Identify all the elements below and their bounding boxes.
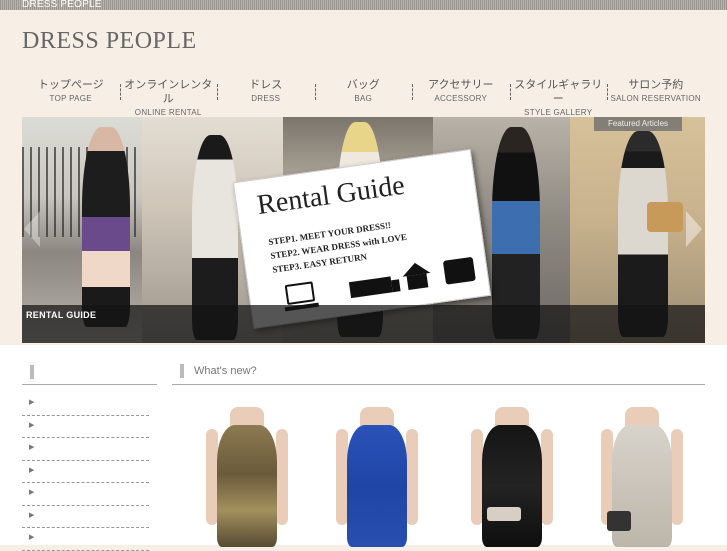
sidebar-item[interactable] xyxy=(22,416,149,438)
clutch-bag xyxy=(487,507,521,521)
nav-item-accessory[interactable]: アクセサリー ACCESSORY xyxy=(412,78,510,110)
nav-item-online-rental[interactable]: オンラインレンタル ONLINE RENTAL xyxy=(119,78,218,117)
nav-item-dress[interactable]: ドレス DRESS xyxy=(217,78,315,110)
model-shoulders xyxy=(230,407,264,427)
sidebar xyxy=(22,363,157,551)
dress-item-ivory-drape[interactable] xyxy=(597,407,687,547)
site-logo[interactable]: DRESS PEOPLE xyxy=(22,28,197,55)
dress-item-gold-halter[interactable] xyxy=(202,407,292,547)
main-nav: トップページ TOP PAGE オンラインレンタル ONLINE RENTAL … xyxy=(22,78,705,117)
nav-label-jp: サロン予約 xyxy=(628,79,684,91)
whats-new-heading: What's new? xyxy=(172,363,705,385)
prev-arrow-icon[interactable] xyxy=(24,211,40,247)
nav-label-en: TOP PAGE xyxy=(49,94,92,103)
sidebar-item[interactable] xyxy=(22,438,149,461)
model-arm xyxy=(671,429,683,525)
nav-item-style-gallery[interactable]: スタイルギャラリー STYLE GALLERY xyxy=(509,78,608,117)
nav-label-en: DRESS xyxy=(251,94,281,103)
top-strip-title: DRESS PEOPLE xyxy=(22,0,102,10)
truck-icon xyxy=(348,276,393,299)
sidebar-item[interactable] xyxy=(22,483,149,506)
sidebar-item[interactable] xyxy=(22,393,149,416)
model-figure xyxy=(82,127,130,327)
house-icon xyxy=(400,260,431,277)
sidebar-item[interactable] xyxy=(22,506,149,528)
top-strip: DRESS PEOPLE xyxy=(0,0,727,10)
nav-label-en: ONLINE RENTAL xyxy=(134,108,202,117)
sidebar-heading xyxy=(22,363,157,385)
rental-guide-title: Rental Guide xyxy=(255,169,407,222)
clutch-bag xyxy=(607,511,631,531)
next-arrow-icon[interactable] xyxy=(686,211,702,247)
nav-label-en: ACCESSORY xyxy=(434,94,488,103)
dress-list xyxy=(172,407,705,547)
nav-label-jp: ドレス xyxy=(249,79,283,91)
featured-articles-tab[interactable]: Featured Articles xyxy=(594,117,682,131)
model-arm xyxy=(276,429,288,525)
model-shoulders xyxy=(625,407,659,427)
main-column: What's new? xyxy=(172,363,705,547)
nav-label-jp: バッグ xyxy=(346,79,380,91)
dress-image xyxy=(217,425,277,547)
dress-image xyxy=(347,425,407,547)
model-arm xyxy=(541,429,553,525)
nav-item-salon-reservation[interactable]: サロン予約 SALON RESERVATION xyxy=(607,78,705,110)
nav-label-jp: アクセサリー xyxy=(428,79,494,91)
model-shoulders xyxy=(360,407,394,427)
nav-label-en: BAG xyxy=(354,94,373,103)
laptop-icon xyxy=(284,281,316,306)
nav-item-top-page[interactable]: トップページ TOP PAGE xyxy=(22,78,120,110)
sidebar-item[interactable] xyxy=(22,528,149,551)
nav-label-en: STYLE GALLERY xyxy=(524,108,593,117)
section-title: What's new? xyxy=(194,365,257,377)
sidebar-item[interactable] xyxy=(22,461,149,483)
nav-label-jp: オンラインレンタル xyxy=(124,79,213,105)
handbag xyxy=(647,202,683,232)
nav-item-bag[interactable]: バッグ BAG xyxy=(314,78,413,110)
nav-label-jp: トップページ xyxy=(37,79,104,91)
hero-slider[interactable]: Rental Guide STEP1. MEET YOUR DRESS!! ST… xyxy=(22,117,705,343)
header: DRESS PEOPLE トップページ TOP PAGE オンラインレンタル O… xyxy=(0,10,727,345)
model-shoulders xyxy=(495,407,529,427)
dress-item-black-ruffle[interactable] xyxy=(467,407,557,547)
nav-label-jp: スタイルギャラリー xyxy=(514,79,603,105)
dress-item-blue-one-shoulder[interactable] xyxy=(332,407,422,547)
content-area: What's new? xyxy=(0,345,727,551)
suitcase-icon xyxy=(442,256,476,285)
dress-image xyxy=(482,425,542,547)
sidebar-list xyxy=(22,393,157,551)
model-arm xyxy=(406,429,418,525)
hero-caption[interactable]: RENTAL GUIDE xyxy=(26,310,96,320)
hero-caption-bar: RENTAL GUIDE xyxy=(22,305,705,343)
nav-label-en: SALON RESERVATION xyxy=(610,94,701,103)
